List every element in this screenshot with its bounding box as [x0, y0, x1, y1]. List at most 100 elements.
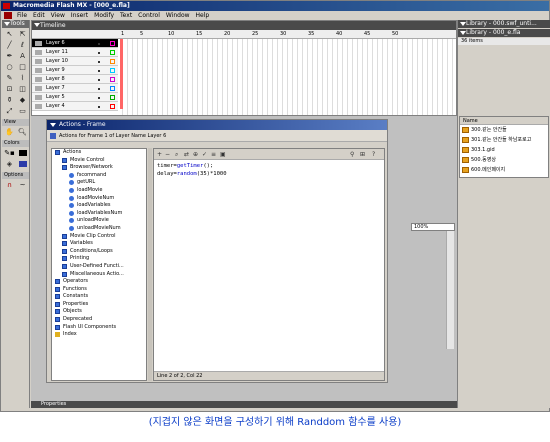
menu-view[interactable]: View	[48, 11, 68, 20]
visibility-dot-icon[interactable]	[98, 97, 100, 99]
visibility-dot-icon[interactable]	[98, 61, 100, 63]
ink-bottle-icon[interactable]: ⚱	[3, 95, 16, 106]
document-icon[interactable]	[4, 12, 12, 19]
toolbox-item[interactable]: Printing	[52, 255, 146, 263]
menu-text[interactable]: Text	[117, 11, 135, 20]
script-editor[interactable]: + − ⌕ ⇄ ⊕ ✓ ≡ ▣ ⚲ ⊞ ? timer=getTimer(); …	[153, 148, 385, 381]
toolbox-item[interactable]: fscommand	[52, 172, 146, 180]
toolbox-item[interactable]: User-Defined Functi...	[52, 263, 146, 271]
text-tool-icon[interactable]: A	[16, 51, 29, 62]
toolbox-item[interactable]: Movie Control	[52, 157, 146, 165]
library-header-fla[interactable]: Library - 000_e.fla	[458, 29, 550, 37]
toolbox-item[interactable]: Properties	[52, 301, 146, 309]
smooth-icon[interactable]: ~	[16, 180, 29, 191]
toolbox-item[interactable]: Conditions/Loops	[52, 248, 146, 256]
outline-color-icon[interactable]	[110, 68, 115, 73]
menu-edit[interactable]: Edit	[30, 11, 48, 20]
menu-window[interactable]: Window	[163, 11, 193, 20]
stage-scrollbar[interactable]	[446, 231, 454, 349]
layer-row[interactable]: Layer 4	[32, 102, 118, 111]
toolbox-item[interactable]: loadVariables	[52, 202, 146, 210]
visibility-dot-icon[interactable]	[98, 88, 100, 90]
toolbox-item[interactable]: Movie Clip Control	[52, 233, 146, 241]
layer-row[interactable]: Layer 9	[32, 66, 118, 75]
frame-ruler[interactable]: 1 5 10 15 20 25 30 35 40 45 50	[118, 30, 456, 39]
library-item[interactable]: 500.동영상	[460, 155, 548, 165]
lasso-tool-icon[interactable]: ℓ	[16, 40, 29, 51]
toolbox-item[interactable]: Objects	[52, 308, 146, 316]
toolbox-item[interactable]: loadMovie	[52, 187, 146, 195]
view-options-icon[interactable]: ⊞	[360, 151, 365, 158]
magnet-icon[interactable]: ∩	[3, 180, 16, 191]
eyedropper-icon[interactable]: ⤢	[3, 106, 16, 117]
visibility-dot-icon[interactable]	[98, 43, 100, 45]
playhead[interactable]	[120, 39, 123, 109]
menu-control[interactable]: Control	[135, 11, 163, 20]
remove-action-icon[interactable]: −	[165, 151, 170, 158]
panel-splitter[interactable]	[148, 148, 152, 381]
toolbox-item[interactable]: Actions	[52, 149, 146, 157]
replace-icon[interactable]: ⇄	[184, 151, 189, 158]
brush-tool-icon[interactable]: ⌇	[16, 73, 29, 84]
debug-icon[interactable]: ⚲	[350, 151, 354, 158]
layer-row[interactable]: Layer 10	[32, 57, 118, 66]
line-tool-icon[interactable]: ╱	[3, 40, 16, 51]
toolbox-item[interactable]: loadMovieNum	[52, 195, 146, 203]
outline-color-icon[interactable]	[110, 95, 115, 100]
fill-color-icon[interactable]: ◈	[3, 159, 16, 170]
toolbox-item[interactable]: Constants	[52, 293, 146, 301]
toolbox-item[interactable]: Functions	[52, 286, 146, 294]
toolbox-item[interactable]: unloadMovieNum	[52, 225, 146, 233]
toolbox-item[interactable]: loadVariablesNum	[52, 210, 146, 218]
fill-transform-icon[interactable]: ◫	[16, 84, 29, 95]
code-hint-icon[interactable]: ▣	[220, 151, 226, 158]
zoom-select[interactable]: 100%	[411, 223, 455, 231]
outline-color-icon[interactable]	[110, 77, 115, 82]
oval-tool-icon[interactable]: ○	[3, 62, 16, 73]
code-area[interactable]: timer=getTimer(); delay=random(35)*1000	[154, 160, 384, 180]
find-icon[interactable]: ⌕	[175, 151, 178, 158]
toolbox-item[interactable]: Index	[52, 331, 146, 339]
library-item[interactable]: 300.같는 안간들	[460, 125, 548, 135]
visibility-dot-icon[interactable]	[98, 70, 100, 72]
outline-color-icon[interactable]	[110, 59, 115, 64]
layer-row[interactable]: Layer 6	[32, 39, 118, 48]
toolbox-item[interactable]: getURL	[52, 179, 146, 187]
outline-color-icon[interactable]	[110, 50, 115, 55]
check-syntax-icon[interactable]: ✓	[202, 151, 207, 158]
library-item[interactable]: 301.같는 안간들 하남포로고	[460, 135, 548, 145]
rectangle-tool-icon[interactable]: □	[16, 62, 29, 73]
toolbox-item[interactable]: Deprecated	[52, 316, 146, 324]
arrow-tool-icon[interactable]: ↖	[3, 29, 16, 40]
layer-row[interactable]: Layer 7	[32, 84, 118, 93]
timeline-title[interactable]: Timeline	[32, 21, 456, 30]
outline-color-icon[interactable]	[110, 41, 115, 46]
layer-row[interactable]: Layer 11	[32, 48, 118, 57]
target-icon[interactable]: ⊕	[193, 151, 198, 158]
stroke-swatch[interactable]	[16, 148, 29, 159]
transform-tool-icon[interactable]: ⊡	[3, 84, 16, 95]
outline-color-icon[interactable]	[110, 86, 115, 91]
visibility-dot-icon[interactable]	[98, 79, 100, 81]
menu-insert[interactable]: Insert	[68, 11, 91, 20]
format-icon[interactable]: ≡	[211, 151, 216, 158]
toolbox-item[interactable]: Variables	[52, 240, 146, 248]
actions-title[interactable]: Actions - Frame	[47, 120, 387, 130]
library-item[interactable]: 303.1.gid	[460, 145, 548, 155]
menu-help[interactable]: Help	[193, 11, 213, 20]
properties-panel-header[interactable]: Properties	[31, 401, 457, 408]
subselect-tool-icon[interactable]: ⇱	[16, 29, 29, 40]
zoom-tool-icon[interactable]: 🔍︎	[16, 127, 29, 138]
toolbox-item[interactable]: Miscellaneous Actio...	[52, 271, 146, 279]
fill-swatch[interactable]	[16, 159, 29, 170]
tools-header[interactable]: Tools	[2, 20, 29, 28]
pencil-tool-icon[interactable]: ✎	[3, 73, 16, 84]
stroke-color-icon[interactable]: ✎▪	[3, 148, 16, 159]
frame-grid[interactable]	[118, 39, 456, 115]
library-item[interactable]: 600.메인페이지	[460, 165, 548, 175]
visibility-dot-icon[interactable]	[98, 106, 100, 108]
toolbox-item[interactable]: unloadMovie	[52, 217, 146, 225]
pen-tool-icon[interactable]: ✒	[3, 51, 16, 62]
toolbox-item[interactable]: Operators	[52, 278, 146, 286]
eraser-icon[interactable]: ▭	[16, 106, 29, 117]
